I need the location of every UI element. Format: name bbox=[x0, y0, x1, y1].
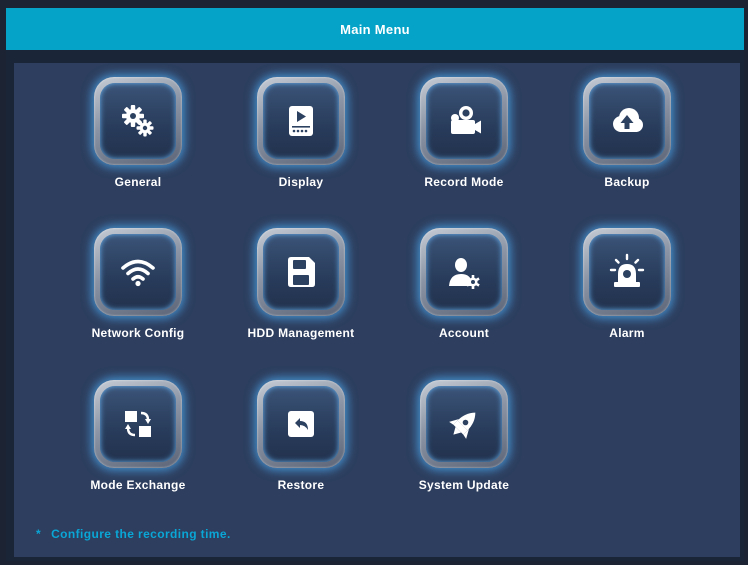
menu-item-label: Record Mode bbox=[424, 175, 504, 189]
cloud-upload-icon bbox=[613, 108, 643, 132]
menu-item-label: Network Config bbox=[91, 326, 185, 340]
hint-message: Configure the recording time. bbox=[51, 527, 231, 541]
rocket-icon bbox=[449, 412, 476, 439]
menu-item-label: Restore bbox=[277, 478, 325, 492]
camera-icon bbox=[451, 106, 481, 134]
menu-item-label: General bbox=[114, 175, 162, 189]
exchange-icon bbox=[125, 411, 151, 437]
user-settings-icon bbox=[449, 258, 480, 289]
menu-item-mode-exchange[interactable]: Mode Exchange bbox=[59, 366, 189, 496]
menu-item-alarm[interactable]: Alarm bbox=[548, 214, 678, 344]
menu-item-general[interactable]: General bbox=[59, 63, 189, 193]
menu-item-label: HDD Management bbox=[247, 326, 355, 340]
menu-item-record-mode[interactable]: Record Mode bbox=[385, 63, 515, 193]
gears-icon bbox=[122, 105, 154, 137]
display-icon bbox=[289, 106, 313, 136]
floppy-disk-icon bbox=[288, 257, 315, 287]
menu-item-label: Mode Exchange bbox=[90, 478, 186, 492]
restore-icon bbox=[288, 411, 314, 437]
menu-item-label: Account bbox=[438, 326, 490, 340]
main-menu-window: Main Menu General Display Record Mode Ba… bbox=[6, 8, 744, 561]
hint-marker: * bbox=[36, 527, 42, 541]
menu-item-label: Display bbox=[278, 175, 324, 189]
menu-item-system-update[interactable]: System Update bbox=[385, 366, 515, 496]
menu-item-hdd-management[interactable]: HDD Management bbox=[222, 214, 354, 344]
menu-item-label: Backup bbox=[604, 175, 650, 189]
wifi-icon bbox=[121, 259, 155, 287]
menu-item-restore[interactable]: Restore bbox=[222, 366, 352, 496]
menu-item-network-config[interactable]: Network Config bbox=[59, 214, 189, 344]
menu-item-account[interactable]: Account bbox=[385, 214, 515, 344]
alarm-light-icon bbox=[609, 253, 645, 287]
menu-item-backup[interactable]: Backup bbox=[548, 63, 678, 193]
menu-panel: General Display Record Mode Backup Netwo… bbox=[14, 63, 740, 557]
menu-item-label: System Update bbox=[418, 478, 510, 492]
hint-text: * Configure the recording time. bbox=[36, 527, 231, 541]
window-title: Main Menu bbox=[6, 8, 744, 50]
menu-item-label: Alarm bbox=[609, 326, 645, 340]
menu-item-display[interactable]: Display bbox=[222, 63, 352, 193]
